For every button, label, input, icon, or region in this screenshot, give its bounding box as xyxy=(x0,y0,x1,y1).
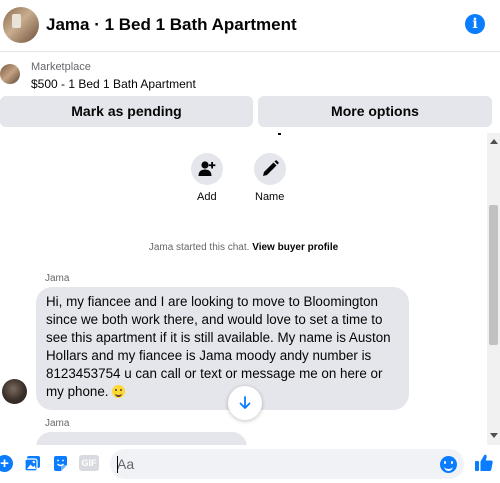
divider-dot xyxy=(278,133,281,135)
info-icon[interactable]: i xyxy=(465,14,485,34)
listing-thumbnail xyxy=(0,64,20,84)
add-person-icon xyxy=(198,161,216,176)
message-text: Hi, my fiancee and I are looking to move… xyxy=(46,294,391,399)
sticker-glyph xyxy=(54,456,67,471)
marketplace-label: Marketplace xyxy=(31,61,91,73)
scroll-to-bottom-button[interactable] xyxy=(228,386,262,420)
edit-name-button[interactable] xyxy=(254,153,286,185)
marketplace-listing-row[interactable]: Marketplace $500 - 1 Bed 1 Bath Apartmen… xyxy=(0,58,500,94)
emoji-icon[interactable] xyxy=(440,456,457,473)
thread-scrollbar[interactable] xyxy=(487,133,500,445)
chat-title[interactable]: Jama · 1 Bed 1 Bath Apartment xyxy=(46,15,297,35)
message-bubble[interactable]: Hi, my fiancee and I are looking to move… xyxy=(36,287,409,410)
plus-icon[interactable]: + xyxy=(0,455,13,472)
sender-name: Jama xyxy=(45,418,70,429)
thumbs-up-icon[interactable] xyxy=(474,453,494,478)
scrollbar-thumb[interactable] xyxy=(489,205,498,345)
pencil-icon xyxy=(263,160,279,176)
add-label: Add xyxy=(197,191,217,203)
name-label: Name xyxy=(255,191,285,203)
listing-title: $500 - 1 Bed 1 Bath Apartment xyxy=(31,77,196,91)
sender-name: Jama xyxy=(45,273,70,284)
smile-emoji-icon xyxy=(112,385,126,398)
text-cursor xyxy=(117,456,118,473)
message-thread: Add Name Jama started this chat. View bu… xyxy=(0,133,487,445)
view-buyer-profile-link[interactable]: View buyer profile xyxy=(252,242,338,253)
message-composer: + GIF xyxy=(0,446,500,483)
photo-icon[interactable] xyxy=(24,455,41,477)
thumbs-up-glyph xyxy=(475,454,493,471)
listing-avatar[interactable] xyxy=(3,7,39,43)
chat-header: Jama · 1 Bed 1 Bath Apartment i xyxy=(0,0,500,52)
sender-avatar[interactable] xyxy=(2,379,27,404)
sticker-icon[interactable] xyxy=(52,455,69,477)
add-contact-button[interactable] xyxy=(191,153,223,185)
message-bubble[interactable] xyxy=(36,432,247,445)
system-message: Jama started this chat. View buyer profi… xyxy=(0,242,487,253)
message-input[interactable] xyxy=(110,449,464,479)
scroll-up-arrow-icon[interactable] xyxy=(490,139,498,144)
chat-started-text: Jama started this chat. xyxy=(148,242,250,253)
mark-as-pending-button[interactable]: Mark as pending xyxy=(0,96,253,127)
scroll-down-arrow-icon[interactable] xyxy=(490,433,498,438)
arrow-down-icon xyxy=(239,396,251,409)
photo-glyph xyxy=(24,456,40,472)
gif-icon[interactable]: GIF xyxy=(79,455,99,471)
more-options-button[interactable]: More options xyxy=(258,96,492,127)
